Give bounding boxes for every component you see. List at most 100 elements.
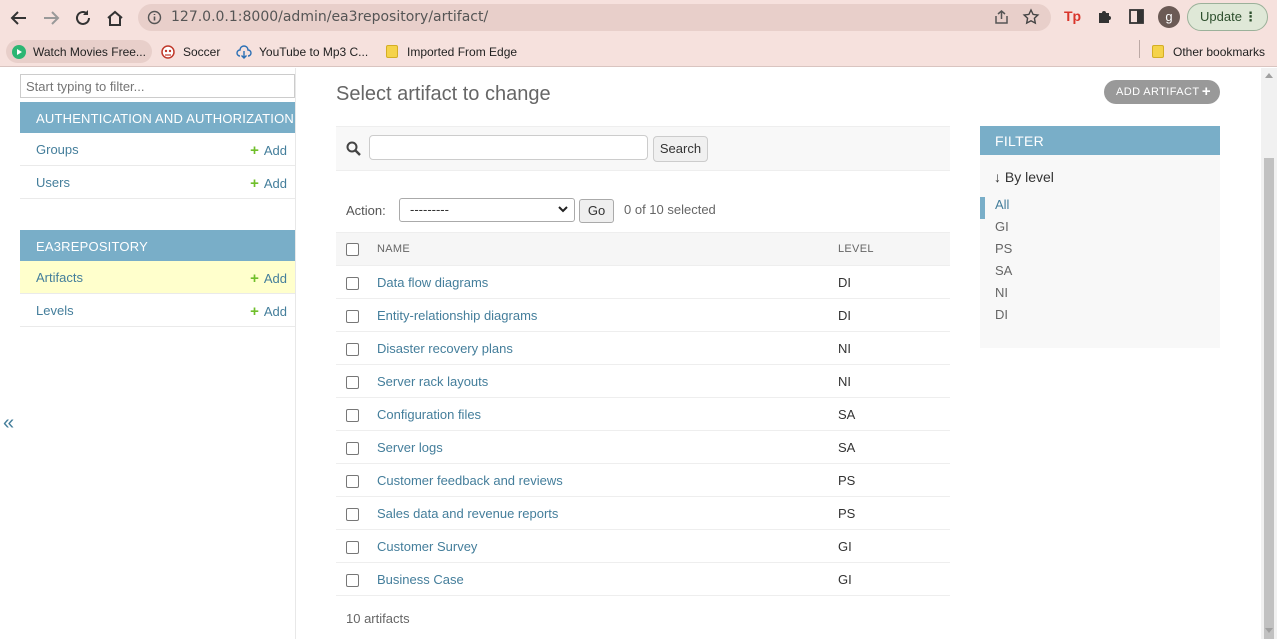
sidebar-item-groups: Groups + Add [20, 133, 295, 166]
filter-option-sa[interactable]: SA [980, 263, 1012, 285]
artifact-link[interactable]: Customer feedback and reviews [377, 473, 563, 488]
artifact-link[interactable]: Disaster recovery plans [377, 341, 513, 356]
puzzle-icon[interactable] [1096, 8, 1113, 25]
add-artifact-link[interactable]: + Add [250, 270, 287, 287]
action-label: Action: [346, 203, 386, 218]
page-scrollbar[interactable] [1261, 68, 1277, 639]
paginator: 10 artifacts [346, 611, 410, 626]
sidebar-item-users: Users + Add [20, 166, 295, 199]
sidebar-item-artifacts: Artifacts + Add [20, 261, 295, 294]
filter-option-gi[interactable]: GI [980, 219, 1012, 241]
browser-toolbar: 127.0.0.1:8000/admin/ea3repository/artif… [0, 0, 1277, 35]
row-checkbox[interactable] [346, 375, 359, 389]
filter-by-level-toggle[interactable]: ↓ By level [994, 169, 1054, 185]
artifact-link[interactable]: Server logs [377, 440, 443, 455]
add-artifact-button[interactable]: ADD ARTIFACT + [1104, 80, 1220, 104]
level-cell: SA [838, 430, 950, 464]
play-circle-icon [12, 44, 26, 59]
row-checkbox[interactable] [346, 408, 359, 422]
sidebar-link-users[interactable]: Users [36, 175, 70, 190]
scrollbar-thumb[interactable] [1264, 158, 1274, 639]
scroll-down-icon[interactable] [1265, 628, 1273, 633]
soccer-mascot-icon [161, 44, 175, 59]
table-row: Customer Survey GI [336, 529, 950, 563]
module-caption[interactable]: EA3REPOSITORY [20, 230, 295, 261]
table-row: Sales data and revenue reports PS [336, 496, 950, 530]
level-cell: SA [838, 397, 950, 431]
row-checkbox[interactable] [346, 309, 359, 323]
profile-avatar[interactable]: g [1158, 6, 1180, 28]
plus-icon: + [1201, 83, 1211, 100]
search-input[interactable] [369, 135, 648, 160]
artifact-link[interactable]: Data flow diagrams [377, 275, 488, 290]
sidebar-link-groups[interactable]: Groups [36, 142, 79, 157]
add-group-link[interactable]: + Add [250, 142, 287, 159]
level-cell: PS [838, 496, 950, 530]
sidebar-link-artifacts[interactable]: Artifacts [36, 270, 83, 285]
row-checkbox[interactable] [346, 474, 359, 488]
back-button[interactable] [7, 6, 31, 30]
select-all-checkbox[interactable] [346, 242, 359, 256]
menu-dots-icon[interactable]: ⋮ [1244, 4, 1257, 30]
artifact-link[interactable]: Server rack layouts [377, 374, 488, 389]
level-cell: NI [838, 364, 950, 398]
artifact-link[interactable]: Business Case [377, 572, 464, 587]
artifact-link[interactable]: Customer Survey [377, 539, 477, 554]
filter-option-di[interactable]: DI [980, 307, 1012, 329]
sidebar-filter-input[interactable] [20, 74, 295, 98]
collapse-sidebar-button[interactable]: « [3, 412, 14, 435]
filter-option-all[interactable]: All [980, 197, 1012, 219]
action-select[interactable]: --------- [399, 198, 575, 222]
select-all-cell [336, 232, 368, 266]
search-button[interactable]: Search [653, 136, 708, 162]
row-checkbox[interactable] [346, 540, 359, 554]
sidebar-item-levels: Levels + Add [20, 294, 295, 327]
bookmark-other-bookmarks[interactable]: Other bookmarks [1152, 40, 1265, 63]
filter-option-ps[interactable]: PS [980, 241, 1012, 263]
table-row: Entity-relationship diagrams DI [336, 298, 950, 332]
home-icon [107, 10, 123, 26]
folder-icon [386, 45, 398, 58]
bookmark-imported-from-edge[interactable]: Imported From Edge [386, 40, 517, 63]
star-icon[interactable] [1022, 8, 1040, 26]
side-panel-icon[interactable] [1128, 8, 1145, 25]
artifact-link[interactable]: Entity-relationship diagrams [377, 308, 537, 323]
bookmark-soccer[interactable]: Soccer [160, 40, 220, 63]
arrow-right-icon [44, 11, 60, 25]
row-checkbox[interactable] [346, 441, 359, 455]
row-checkbox[interactable] [346, 342, 359, 356]
row-checkbox[interactable] [346, 276, 359, 290]
row-checkbox[interactable] [346, 507, 359, 521]
filter-option-ni[interactable]: NI [980, 285, 1012, 307]
artifact-link[interactable]: Configuration files [377, 407, 481, 422]
bookmark-youtube-mp3[interactable]: YouTube to Mp3 C... [236, 40, 368, 63]
add-level-link[interactable]: + Add [250, 303, 287, 320]
table-row: Disaster recovery plans NI [336, 331, 950, 365]
address-bar[interactable]: 127.0.0.1:8000/admin/ea3repository/artif… [138, 4, 1051, 31]
info-icon[interactable] [147, 10, 162, 25]
table-row: Business Case GI [336, 562, 950, 596]
sidebar-link-levels[interactable]: Levels [36, 303, 74, 318]
forward-button[interactable] [39, 6, 63, 30]
module-caption[interactable]: AUTHENTICATION AND AUTHORIZATION [20, 102, 295, 133]
level-cell: GI [838, 529, 950, 563]
table-row: Configuration files SA [336, 397, 950, 431]
tp-extension-icon[interactable]: Tp [1064, 8, 1081, 24]
scroll-up-icon[interactable] [1265, 73, 1273, 78]
column-header-name[interactable]: NAME [368, 232, 838, 266]
go-button[interactable]: Go [579, 199, 614, 223]
plus-icon: + [250, 175, 259, 192]
update-button[interactable]: Update ⋮ [1187, 3, 1268, 31]
table-row: Data flow diagrams DI [336, 265, 950, 299]
bookmark-watch-movies[interactable]: Watch Movies Free... [6, 40, 152, 63]
results-table: NAME LEVEL Data flow diagrams DI Entity-r… [336, 232, 950, 596]
reload-icon [76, 10, 90, 25]
column-header-level[interactable]: LEVEL [838, 232, 950, 266]
row-checkbox[interactable] [346, 573, 359, 587]
share-icon[interactable] [993, 9, 1010, 26]
reload-button[interactable] [71, 6, 95, 30]
artifact-link[interactable]: Sales data and revenue reports [377, 506, 558, 521]
add-user-link[interactable]: + Add [250, 175, 287, 192]
home-button[interactable] [103, 6, 127, 30]
filter-options: All GI PS SA NI DI [980, 197, 1012, 329]
